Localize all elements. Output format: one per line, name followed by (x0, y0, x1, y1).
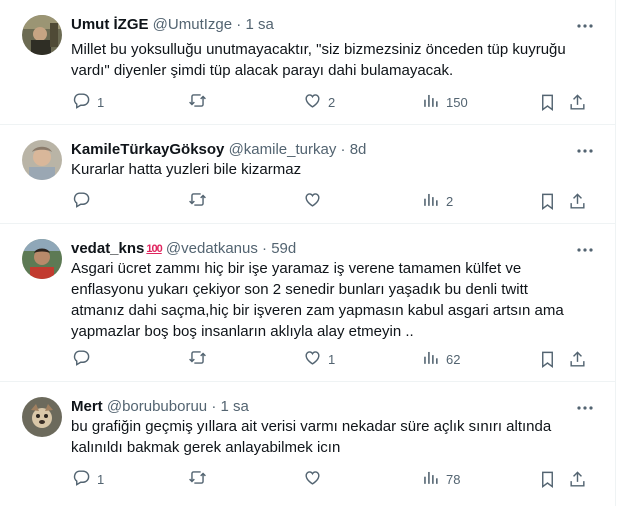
tweet-text: Kurarlar hatta yuzleri bile kizarmaz (71, 161, 302, 178)
like-count: 2 (328, 94, 336, 110)
retweet-button[interactable] (188, 468, 213, 490)
retweet-button[interactable] (188, 91, 213, 113)
bookmark-icon[interactable] (538, 468, 557, 490)
tweet[interactable]: Umut İZGE @UmutIzge · 1 sa Millet bu yok… (0, 0, 615, 125)
share-icon[interactable] (568, 468, 587, 490)
tweet-header: vedat_kns 100 @vedatkanus · 59d (71, 238, 296, 260)
action-bar: 1 62 (62, 348, 602, 370)
views-count: 2 (446, 193, 454, 209)
display-name[interactable]: Mert (71, 398, 103, 415)
tweet[interactable]: Mert @borububoruu · 1 sa bu grafiğin geç… (0, 382, 615, 506)
more-icon[interactable] (575, 400, 595, 416)
more-icon[interactable] (575, 18, 595, 34)
user-handle[interactable]: @UmutIzge (153, 16, 232, 33)
tweet-header: Umut İZGE @UmutIzge · 1 sa (71, 14, 274, 36)
tweet-header: Mert @borububoruu · 1 sa (71, 396, 249, 418)
views-icon (421, 348, 440, 370)
avatar[interactable] (22, 140, 62, 180)
avatar[interactable] (22, 397, 62, 437)
user-handle[interactable]: @borububoruu (107, 398, 207, 415)
reply-icon (72, 91, 91, 113)
share-icon[interactable] (568, 348, 587, 370)
like-count: 1 (328, 351, 336, 367)
separator: · (262, 240, 268, 257)
display-name[interactable]: Umut İZGE (71, 16, 149, 33)
avatar[interactable] (22, 15, 62, 55)
reply-feed: Umut İZGE @UmutIzge · 1 sa Millet bu yok… (0, 0, 616, 506)
retweet-icon (188, 468, 207, 490)
tweet-text: Asgari ücret zammı hiç bir işe yaramaz i… (71, 260, 564, 340)
views-button[interactable]: 78 (421, 468, 460, 490)
reply-button[interactable]: 1 (72, 468, 104, 490)
like-icon (303, 348, 322, 370)
user-handle[interactable]: @kamile_turkay (229, 141, 337, 158)
like-icon (303, 91, 322, 113)
views-icon (421, 190, 440, 212)
reply-icon (72, 468, 91, 490)
views-count: 62 (446, 351, 461, 367)
like-icon (303, 190, 322, 212)
tweet-text: Millet bu yoksulluğu unutmayacaktır, "si… (71, 41, 566, 79)
bookmark-icon[interactable] (538, 91, 557, 113)
tweet[interactable]: KamileTürkayGöksoy @kamile_turkay · 8d K… (0, 125, 615, 224)
timestamp[interactable]: 1 sa (245, 16, 273, 33)
share-icon[interactable] (568, 91, 587, 113)
retweet-button[interactable] (188, 348, 213, 370)
bookmark-icon[interactable] (538, 348, 557, 370)
like-icon (303, 468, 322, 490)
timestamp[interactable]: 1 sa (221, 398, 249, 415)
user-handle[interactable]: @vedatkanus (166, 240, 258, 257)
reply-icon (72, 190, 91, 212)
reply-count: 1 (97, 471, 105, 487)
avatar[interactable] (22, 239, 62, 279)
tweet[interactable]: vedat_kns 100 @vedatkanus · 59d Asgari üc… (0, 224, 615, 382)
action-bar: 1 2 150 (62, 91, 602, 113)
views-icon (421, 91, 440, 113)
like-button[interactable] (303, 468, 328, 490)
like-button[interactable]: 1 (303, 348, 335, 370)
display-name[interactable]: vedat_kns (71, 240, 144, 257)
timestamp[interactable]: 59d (271, 240, 296, 257)
views-icon (421, 468, 440, 490)
bookmark-icon[interactable] (538, 190, 557, 212)
more-icon[interactable] (575, 242, 595, 258)
views-count: 150 (446, 94, 468, 110)
retweet-button[interactable] (188, 190, 213, 212)
separator: · (340, 141, 346, 158)
like-button[interactable]: 2 (303, 91, 335, 113)
tweet-text: bu grafiğin geçmiş yıllara ait verisi va… (71, 418, 552, 456)
timestamp[interactable]: 8d (350, 141, 367, 158)
reply-count: 1 (97, 94, 105, 110)
action-bar: 1 78 (62, 468, 602, 490)
views-count: 78 (446, 471, 461, 487)
reply-button[interactable] (72, 190, 97, 212)
tweet-header: KamileTürkayGöksoy @kamile_turkay · 8d (71, 139, 366, 161)
separator: · (211, 398, 217, 415)
display-name[interactable]: KamileTürkayGöksoy (71, 141, 224, 158)
views-button[interactable]: 150 (421, 91, 468, 113)
retweet-icon (188, 190, 207, 212)
separator: · (236, 16, 242, 33)
like-button[interactable] (303, 190, 328, 212)
share-icon[interactable] (568, 190, 587, 212)
retweet-icon (188, 348, 207, 370)
views-button[interactable]: 62 (421, 348, 460, 370)
action-bar: 2 (62, 190, 602, 212)
retweet-icon (188, 91, 207, 113)
reply-button[interactable] (72, 348, 97, 370)
reply-icon (72, 348, 91, 370)
views-button[interactable]: 2 (421, 190, 453, 212)
more-icon[interactable] (575, 143, 595, 159)
hundred-points-emoji: 100 (146, 243, 162, 255)
reply-button[interactable]: 1 (72, 91, 104, 113)
